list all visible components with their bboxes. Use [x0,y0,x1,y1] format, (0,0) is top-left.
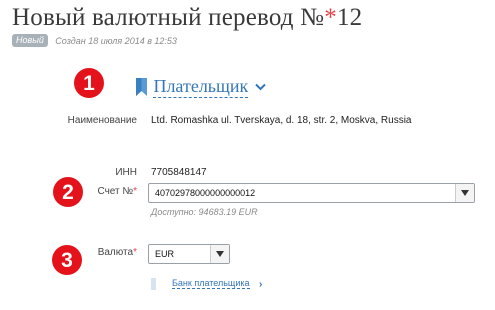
payer-bank-link[interactable]: Банк плательщика [172,278,250,289]
account-label: Счет №* [97,186,137,197]
created-timestamp: Создан 18 июля 2014 в 12:53 [55,35,177,46]
page-title: Новый валютный перевод №*12 [12,4,362,32]
dropdown-arrow-icon [455,184,474,202]
currency-label-text: Валюта [97,247,134,258]
account-select[interactable]: 40702978000000000012 [148,183,475,203]
step-2-marker: 2 [53,177,83,207]
required-mark: * [133,186,137,197]
step-3-marker: 3 [52,245,82,275]
required-mark: * [324,4,337,31]
document-meta: Новый Создан 18 июля 2014 в 12:53 [12,32,177,48]
account-select-value: 40702978000000000012 [155,188,256,198]
name-value: Ltd. Romashka ul. Tverskaya, d. 18, str.… [151,115,412,126]
page-title-text: Новый валютный перевод № [12,4,325,31]
step-1-marker: 1 [74,68,104,98]
status-badge: Новый [12,34,48,48]
currency-select[interactable]: EUR [148,244,230,264]
bank-marker [151,278,156,290]
transfer-number: 12 [336,4,363,31]
currency-select-value: EUR [155,249,175,259]
chevron-right-icon[interactable]: › [259,279,262,290]
currency-label: Валюта* [98,247,137,258]
account-label-text: Счет № [97,186,134,197]
name-label: Наименование [67,115,137,126]
required-mark: * [133,247,137,258]
chevron-down-icon [254,83,266,90]
available-balance: Доступно: 94683.19 EUR [151,207,258,217]
payer-section-title: Плательщик [153,76,249,98]
dropdown-arrow-icon [210,245,229,263]
inn-value: 7705848147 [151,167,207,178]
payer-section-toggle[interactable]: Плательщик [136,76,266,98]
bookmark-icon [136,77,147,96]
inn-label: ИНН [115,167,137,178]
